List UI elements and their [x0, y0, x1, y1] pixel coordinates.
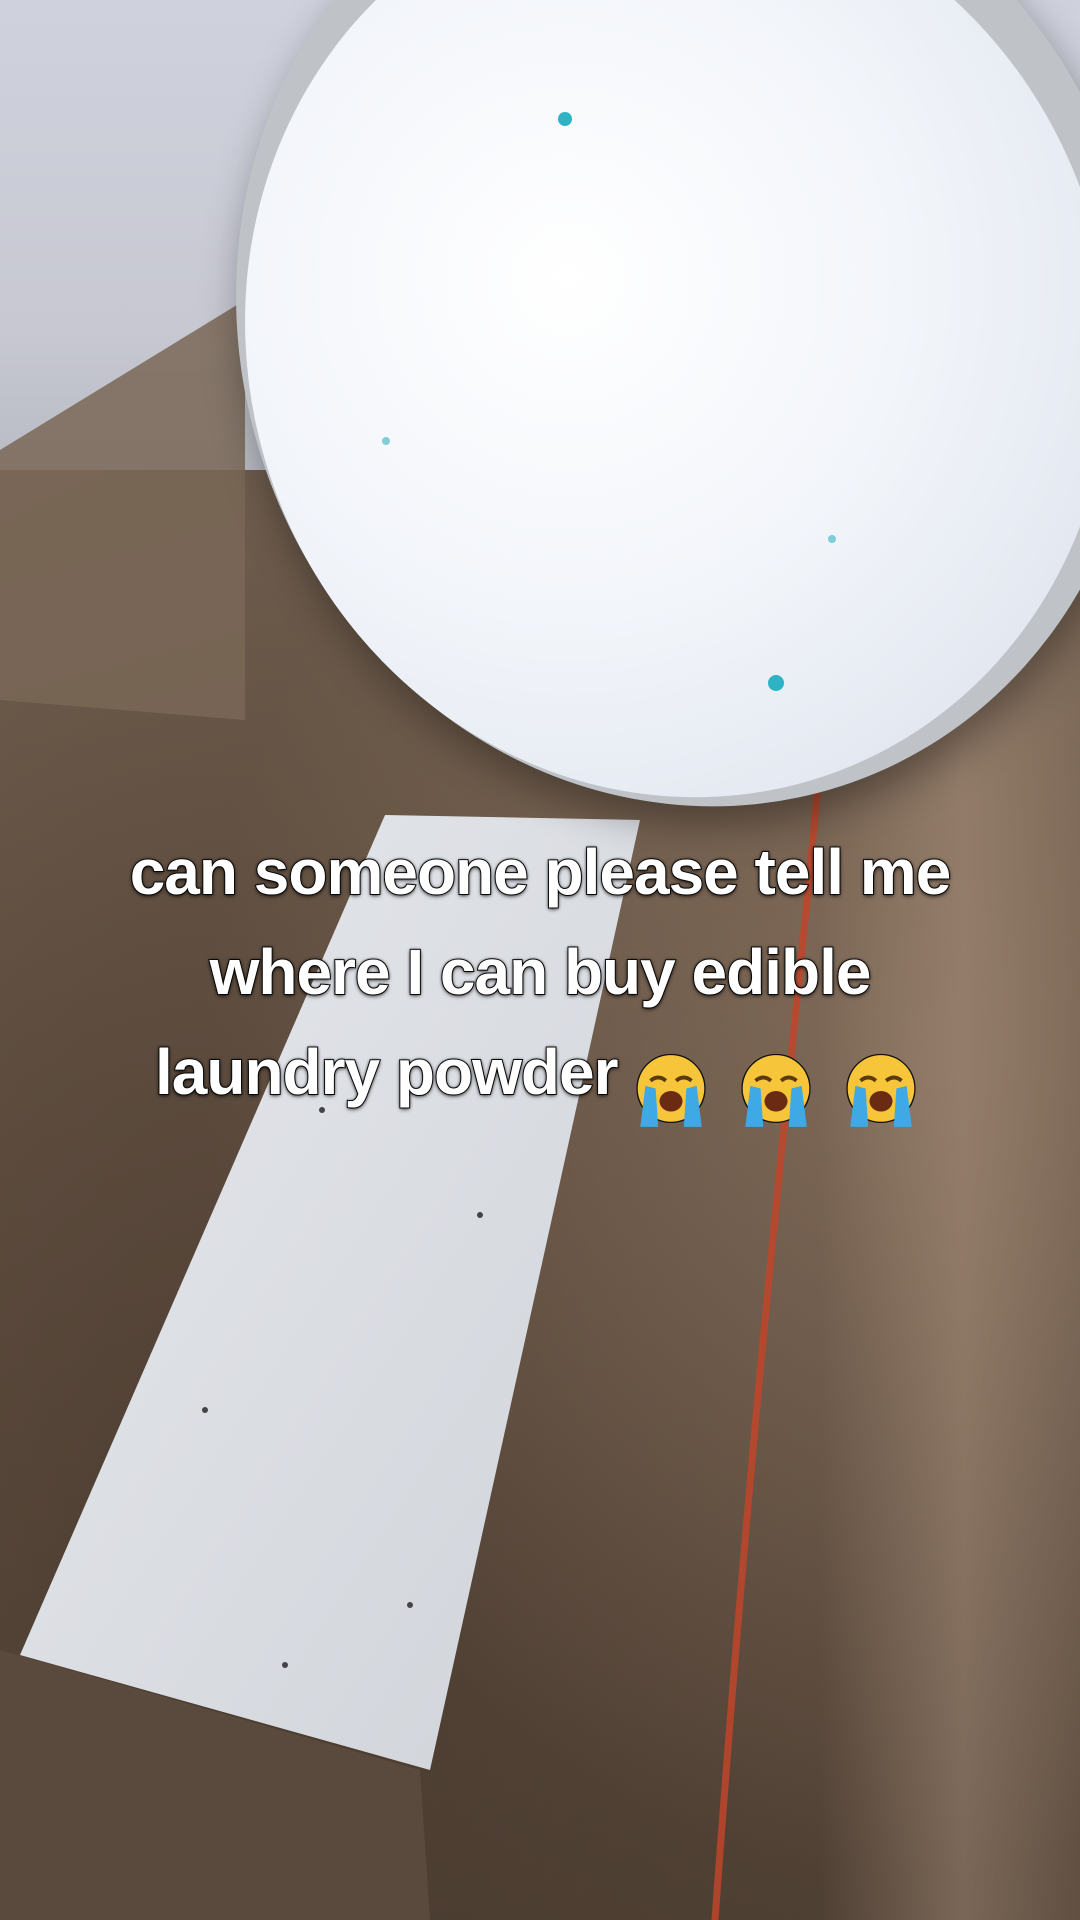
video-caption: can someone please tell me where I can b…	[40, 822, 1040, 1136]
blue-speck	[382, 437, 390, 445]
loudly-crying-face-icon	[846, 1053, 916, 1127]
caption-line-3: laundry powder	[40, 1022, 1040, 1136]
blue-speck	[558, 112, 572, 126]
blue-speck	[768, 675, 784, 691]
blue-speck	[828, 535, 836, 543]
caption-line-2: where I can buy edible	[209, 935, 873, 1009]
video-frame: can someone please tell me where I can b…	[0, 0, 1080, 1920]
loudly-crying-face-icon	[636, 1053, 707, 1127]
caption-line-3-text: laundry powder	[154, 1035, 619, 1109]
caption-line-1: can someone please tell me	[129, 835, 953, 909]
emoji-group	[627, 1036, 925, 1136]
loudly-crying-face-icon	[741, 1053, 811, 1127]
